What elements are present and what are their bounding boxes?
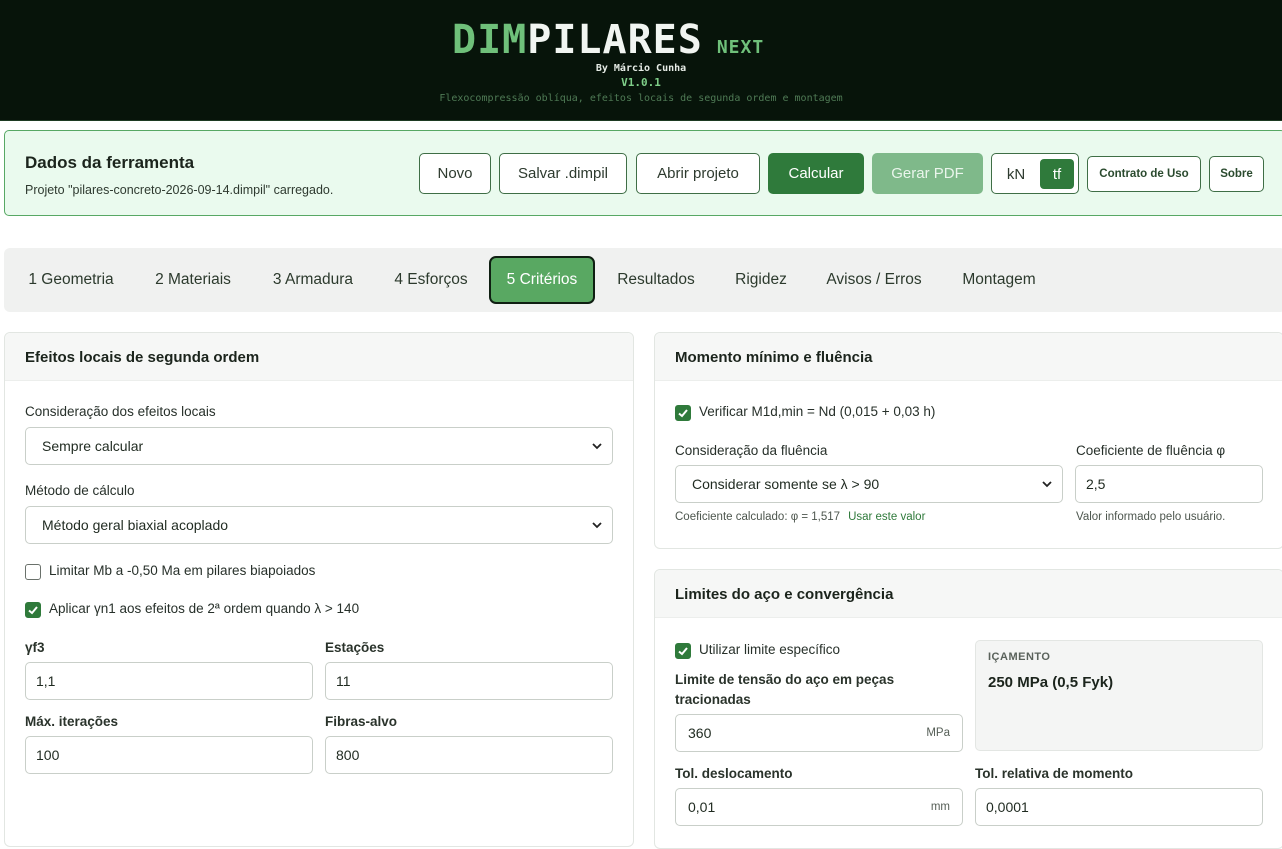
calculate-button[interactable]: Calcular	[768, 153, 864, 194]
target-fibers-input[interactable]: 800	[325, 736, 613, 774]
generate-pdf-button[interactable]: Gerar PDF	[872, 153, 983, 194]
verify-m1d-label: Verificar M1d,min = Nd (0,015 + 0,03 h)	[699, 404, 936, 419]
gf3-label: γf3	[25, 640, 45, 655]
calc-method-select[interactable]: Método geral biaxial acoplado	[25, 506, 613, 544]
checkmark-icon	[678, 409, 688, 418]
displacement-tolerance-value: 0,01	[688, 799, 716, 815]
unit-kn-option[interactable]: kN	[998, 159, 1034, 189]
target-fibers-label: Fibras-alvo	[325, 714, 398, 729]
tab-avisos-erros[interactable]: Avisos / Erros	[812, 256, 936, 304]
displacement-tolerance-input[interactable]: 0,01 mm	[675, 788, 963, 826]
app-subtitle: Flexocompressão oblíqua, efeitos locais …	[439, 93, 843, 104]
chevron-down-icon	[592, 522, 602, 529]
checkmark-icon	[678, 647, 688, 656]
creep-calculated-hint: Coeficiente calculado: φ = 1,517 Usar est…	[675, 511, 925, 523]
calc-method-value: Método geral biaxial acoplado	[42, 517, 229, 533]
author-byline: By Márcio Cunha	[595, 63, 687, 74]
steel-stress-limit-input[interactable]: 360 MPa	[675, 714, 963, 752]
tab-resultados[interactable]: Resultados	[604, 256, 708, 304]
steel-limits-title: Limites do aço e convergência	[675, 586, 894, 603]
project-status-text: Projeto "pilares-concreto-2026-09-14.dim…	[25, 183, 334, 197]
moment-tolerance-label: Tol. relativa de momento	[975, 766, 1134, 781]
logo-dim-text: DIM	[452, 17, 528, 63]
terms-of-use-button[interactable]: Contrato de Uso	[1087, 156, 1201, 192]
creep-calculated-text: Coeficiente calculado: φ = 1,517	[675, 511, 841, 523]
unit-tf-option[interactable]: tf	[1040, 159, 1074, 189]
stations-input[interactable]: 11	[325, 662, 613, 700]
max-iterations-label: Máx. iterações	[25, 714, 119, 729]
logo-pilares-text: PILARES	[527, 17, 703, 63]
stations-label: Estações	[325, 640, 385, 655]
steel-limits-panel-header: Limites do aço e convergência	[655, 570, 1282, 618]
local-effects-title: Efeitos locais de segunda ordem	[25, 349, 260, 366]
logo-next-text: NEXT	[716, 37, 765, 58]
local-effects-consideration-value: Sempre calcular	[42, 438, 144, 454]
stations-value: 11	[336, 673, 351, 689]
unit-toggle: kN tf	[991, 153, 1079, 194]
toolbar-title: Dados da ferramenta	[25, 153, 195, 172]
tab-bar: 1 Geometria 2 Materiais 3 Armadura 4 Esf…	[4, 248, 1282, 312]
max-iterations-input[interactable]: 100	[25, 736, 313, 774]
lifting-label: IÇAMENTO	[988, 651, 1051, 663]
verify-m1d-checkbox[interactable]	[675, 405, 691, 421]
creep-consideration-label: Consideração da fluência	[675, 443, 828, 458]
steel-stress-limit-label-line1: Limite de tensão do aço em peças	[675, 672, 895, 687]
save-dimpil-button[interactable]: Salvar .dimpil	[499, 153, 627, 194]
tab-esforcos[interactable]: 4 Esforços	[380, 256, 482, 304]
creep-coefficient-label: Coeficiente de fluência φ	[1076, 443, 1226, 458]
creep-coefficient-input[interactable]: 2,5	[1075, 465, 1263, 503]
app-version: V1.0.1	[621, 76, 661, 89]
creep-consideration-select[interactable]: Considerar somente se λ > 90	[675, 465, 1063, 503]
steel-stress-limit-unit: MPa	[926, 727, 950, 739]
tab-materiais[interactable]: 2 Materiais	[138, 256, 248, 304]
tab-criterios[interactable]: 5 Critérios	[489, 256, 595, 304]
tab-armadura[interactable]: 3 Armadura	[258, 256, 368, 304]
tab-rigidez[interactable]: Rigidez	[720, 256, 802, 304]
lifting-info-box: IÇAMENTO 250 MPa (0,5 Fyk)	[975, 640, 1263, 751]
creep-user-hint: Valor informado pelo usuário.	[1076, 511, 1226, 523]
open-project-button[interactable]: Abrir projeto	[636, 153, 760, 194]
chevron-down-icon	[1042, 481, 1052, 488]
chevron-down-icon	[592, 443, 602, 450]
limit-mb-label: Limitar Mb a -0,50 Ma em pilares biapoia…	[49, 563, 316, 578]
moment-tolerance-input[interactable]: 0,0001	[975, 788, 1263, 826]
steel-stress-limit-value: 360	[688, 725, 712, 741]
app-header: DIM PILARES NEXT By Márcio Cunha V1.0.1 …	[0, 0, 1282, 121]
local-effects-consideration-select[interactable]: Sempre calcular	[25, 427, 613, 465]
checkmark-icon	[28, 606, 38, 615]
use-this-value-link[interactable]: Usar este valor	[848, 511, 925, 523]
creep-consideration-value: Considerar somente se λ > 90	[692, 476, 880, 492]
new-button[interactable]: Novo	[419, 153, 491, 194]
tool-data-bar: Dados da ferramenta Projeto "pilares-con…	[4, 130, 1282, 216]
apply-gn1-checkbox[interactable]	[25, 602, 41, 618]
about-button[interactable]: Sobre	[1209, 156, 1264, 192]
max-iterations-value: 100	[36, 747, 60, 763]
use-specific-limit-label: Utilizar limite específico	[699, 642, 841, 657]
local-effects-panel-header: Efeitos locais de segunda ordem	[5, 333, 633, 381]
app-logo: DIM PILARES NEXT	[452, 20, 764, 60]
target-fibers-value: 800	[336, 747, 360, 763]
gf3-value: 1,1	[36, 673, 56, 689]
steel-stress-limit-label-line2: tracionadas	[675, 692, 751, 707]
lifting-value: 250 MPa (0,5 Fyk)	[988, 674, 1114, 691]
apply-gn1-label: Aplicar γn1 aos efeitos de 2ª ordem quan…	[49, 601, 360, 616]
calc-method-label: Método de cálculo	[25, 483, 135, 498]
tab-geometria[interactable]: 1 Geometria	[14, 256, 128, 304]
moment-tolerance-value: 0,0001	[986, 799, 1029, 815]
displacement-tolerance-label: Tol. deslocamento	[675, 766, 793, 781]
gf3-input[interactable]: 1,1	[25, 662, 313, 700]
use-specific-limit-checkbox[interactable]	[675, 643, 691, 659]
creep-coefficient-value: 2,5	[1086, 476, 1106, 492]
min-moment-title: Momento mínimo e fluência	[675, 349, 873, 366]
limit-mb-checkbox[interactable]	[25, 564, 41, 580]
min-moment-panel-header: Momento mínimo e fluência	[655, 333, 1282, 381]
tab-montagem[interactable]: Montagem	[946, 256, 1052, 304]
displacement-tolerance-unit: mm	[930, 801, 950, 813]
local-effects-consideration-label: Consideração dos efeitos locais	[25, 404, 216, 419]
